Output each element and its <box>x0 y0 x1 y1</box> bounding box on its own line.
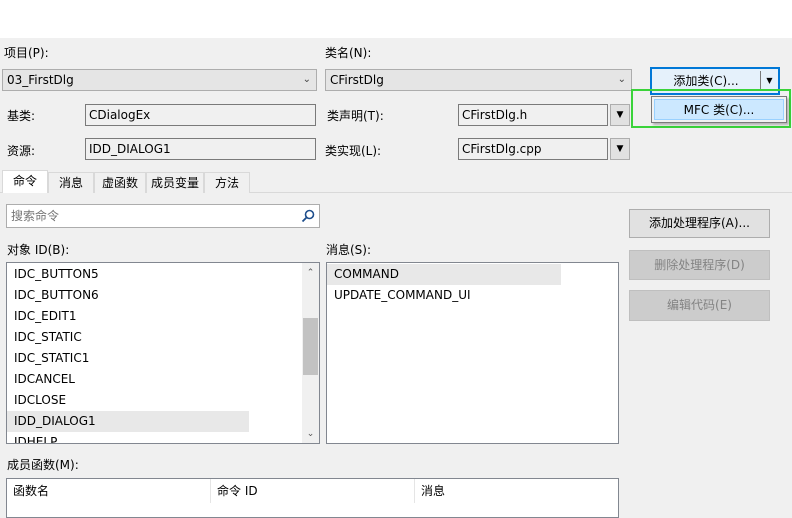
chevron-down-icon: ⌄ <box>302 74 311 85</box>
scroll-down-icon[interactable]: ⌄ <box>302 426 319 442</box>
member-functions-table[interactable]: 函数名 命令 ID 消息 <box>6 478 619 518</box>
tab-messages[interactable]: 消息 <box>48 172 94 193</box>
delete-handler-button[interactable]: 删除处理程序(D) <box>629 250 770 280</box>
scroll-up-icon[interactable]: ⌃ <box>302 265 319 281</box>
object-id-item[interactable]: IDC_STATIC <box>7 327 249 348</box>
tab-methods[interactable]: 方法 <box>204 172 250 193</box>
member-functions-label: 成员函数(M): <box>7 458 79 472</box>
message-item[interactable]: COMMAND <box>327 264 561 285</box>
impl-field[interactable]: CFirstDlg.cpp <box>458 138 608 160</box>
base-field[interactable]: CDialogEx <box>85 104 316 126</box>
tab-commands[interactable]: 命令 <box>2 170 48 193</box>
object-id-item[interactable]: IDC_EDIT1 <box>7 306 249 327</box>
object-id-item[interactable]: IDC_STATIC1 <box>7 348 249 369</box>
object-id-label: 对象 ID(B): <box>7 243 70 257</box>
classname-value: CFirstDlg <box>330 73 384 87</box>
object-id-item[interactable]: IDCANCEL <box>7 369 249 390</box>
search-input[interactable] <box>9 207 298 225</box>
mfc-class-menu-item[interactable]: MFC 类(C)... <box>654 99 784 120</box>
search-icon[interactable] <box>301 209 315 223</box>
object-id-item[interactable]: IDCLOSE <box>7 390 249 411</box>
object-id-item[interactable]: IDD_DIALOG1 <box>7 411 249 432</box>
edit-code-button[interactable]: 编辑代码(E) <box>629 290 770 321</box>
project-label: 项目(P): <box>4 46 49 60</box>
top-band <box>0 0 792 38</box>
impl-label: 类实现(L): <box>325 144 382 158</box>
decl-dropdown-icon[interactable]: ▼ <box>610 104 630 126</box>
object-id-item[interactable]: IDC_BUTTON5 <box>7 264 249 285</box>
chevron-down-icon: ⌄ <box>617 74 626 85</box>
column-header-message[interactable]: 消息 <box>415 479 618 503</box>
messages-list[interactable]: COMMAND UPDATE_COMMAND_UI <box>326 262 619 444</box>
decl-label: 类声明(T): <box>327 109 384 123</box>
project-value: 03_FirstDlg <box>7 73 74 87</box>
search-box[interactable] <box>6 204 320 228</box>
add-class-menu: MFC 类(C)... <box>651 96 787 123</box>
tab-member-variables[interactable]: 成员变量 <box>146 172 204 193</box>
decl-field[interactable]: CFirstDlg.h <box>458 104 608 126</box>
classname-label: 类名(N): <box>325 46 372 60</box>
object-id-item[interactable]: IDHELP <box>7 432 249 443</box>
column-header-function-name[interactable]: 函数名 <box>7 479 211 503</box>
object-id-item[interactable]: IDC_BUTTON6 <box>7 285 249 306</box>
resource-label: 资源: <box>7 144 36 158</box>
object-id-list[interactable]: IDC_BUTTON5 IDC_BUTTON6 IDC_EDIT1 IDC_STATI… <box>6 262 320 444</box>
classname-combo[interactable]: CFirstDlg ⌄ <box>325 69 632 91</box>
project-combo[interactable]: 03_FirstDlg ⌄ <box>2 69 317 91</box>
tab-virtual-functions[interactable]: 虚函数 <box>94 172 146 193</box>
base-label: 基类: <box>7 109 36 123</box>
resource-field[interactable]: IDD_DIALOG1 <box>85 138 316 160</box>
message-item[interactable]: UPDATE_COMMAND_UI <box>327 285 561 306</box>
object-list-scrollbar[interactable]: ⌃ ⌄ <box>302 263 319 443</box>
scrollbar-thumb[interactable] <box>303 318 318 375</box>
messages-label: 消息(S): <box>326 243 372 257</box>
add-handler-button[interactable]: 添加处理程序(A)... <box>629 209 770 238</box>
impl-dropdown-icon[interactable]: ▼ <box>610 138 630 160</box>
column-header-command-id[interactable]: 命令 ID <box>211 479 415 503</box>
